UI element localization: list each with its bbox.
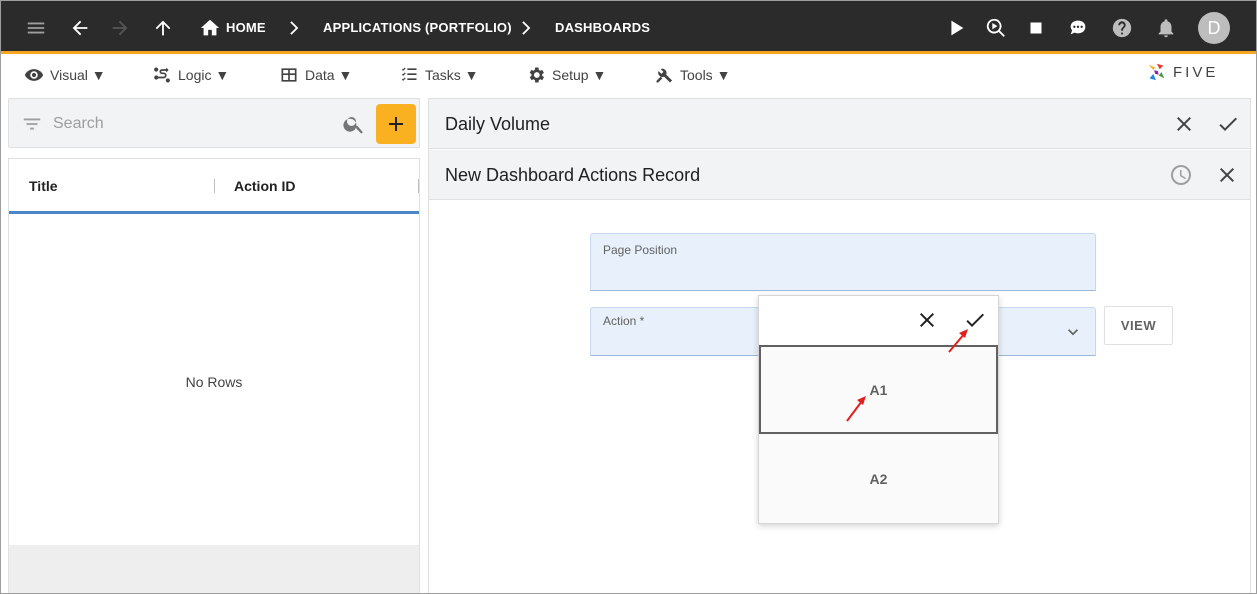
menu-bar: Visual ▼ Logic ▼ Data ▼ Tasks ▼ Setup ▼ … [0,57,1257,93]
dashboard-title-bar: Daily Volume [429,99,1250,149]
record-title: New Dashboard Actions Record [445,165,701,185]
view-button[interactable]: VIEW [1104,306,1173,345]
column-separator [418,179,419,193]
menu-logic[interactable]: Logic ▼ [152,63,229,87]
search-bar [8,98,420,148]
home-icon[interactable] [198,16,222,40]
menu-visual-label: Visual ▼ [50,67,106,83]
breadcrumb-chevron-icon [281,16,305,40]
user-avatar[interactable]: D [1198,12,1230,44]
play-icon[interactable] [944,16,968,40]
menu-data[interactable]: Data ▼ [279,63,352,87]
menu-setup-label: Setup ▼ [552,67,607,83]
menu-tools[interactable]: Tools ▼ [654,63,730,87]
history-clock-icon[interactable] [1169,163,1193,187]
five-logo: FIVE [1145,59,1237,85]
dropdown-header [759,296,998,345]
dropdown-confirm-check-icon[interactable] [963,308,987,332]
breadcrumb-home[interactable]: HOME [226,20,266,35]
list-footer [9,545,419,594]
chevron-down-icon[interactable] [1063,322,1083,342]
menu-tasks[interactable]: Tasks ▼ [399,63,479,87]
filter-icon[interactable] [21,113,43,135]
confirm-check-icon[interactable] [1216,112,1240,136]
up-arrow-icon[interactable] [151,16,175,40]
search-icon[interactable] [342,112,366,136]
plus-icon [389,117,403,131]
empty-list-message: No Rows [185,374,243,390]
menu-setup[interactable]: Setup ▼ [526,63,606,87]
back-arrow-icon[interactable] [68,16,92,40]
column-separator [214,179,215,193]
records-list: Title Action ID No Rows [8,158,420,594]
add-record-button[interactable] [376,104,416,144]
breadcrumb-chevron-icon [513,16,537,40]
column-header-action-id[interactable]: Action ID [234,178,295,194]
menu-data-label: Data ▼ [305,67,353,83]
hamburger-menu-icon[interactable] [24,16,48,40]
breadcrumb-applications[interactable]: APPLICATIONS (PORTFOLIO) [323,20,512,35]
breadcrumb-dashboards[interactable]: DASHBOARDS [555,20,650,35]
logic-flow-icon [154,67,170,83]
close-icon[interactable] [1172,112,1196,136]
menu-visual[interactable]: Visual ▼ [24,63,106,87]
action-dropdown: A1 A2 [758,295,999,524]
run-search-icon[interactable] [984,16,1008,40]
menu-tasks-label: Tasks ▼ [425,67,479,83]
table-grid-icon [281,68,297,82]
help-icon[interactable] [1110,16,1134,40]
action-label: Action * [603,314,645,328]
stop-icon[interactable] [1024,16,1048,40]
dropdown-option-a1[interactable]: A1 [759,345,998,434]
page-position-label: Page Position [603,243,678,257]
notification-bell-icon[interactable] [1154,16,1178,40]
column-header-title[interactable]: Title [29,178,58,194]
tools-wrench-icon [656,68,673,83]
five-logo-icon [1148,63,1165,81]
search-input[interactable] [53,111,333,137]
list-header: Title Action ID [9,159,419,214]
dropdown-cancel-icon[interactable] [915,308,939,332]
eye-icon [24,69,44,81]
forward-arrow-icon[interactable] [108,16,132,40]
record-title-bar: New Dashboard Actions Record [429,150,1250,200]
top-bar: HOME APPLICATIONS (PORTFOLIO) DASHBOARDS… [0,0,1257,54]
five-logo-text: FIVE [1173,63,1219,81]
menu-logic-label: Logic ▼ [178,67,230,83]
menu-tools-label: Tools ▼ [680,67,731,83]
checklist-icon [401,67,417,81]
dashboard-title: Daily Volume [445,114,551,134]
dropdown-option-a2[interactable]: A2 [759,434,998,523]
page-position-field[interactable]: Page Position [590,233,1096,291]
gear-icon [529,67,544,83]
chat-bot-icon[interactable] [1066,16,1090,40]
close-record-icon[interactable] [1215,163,1239,187]
